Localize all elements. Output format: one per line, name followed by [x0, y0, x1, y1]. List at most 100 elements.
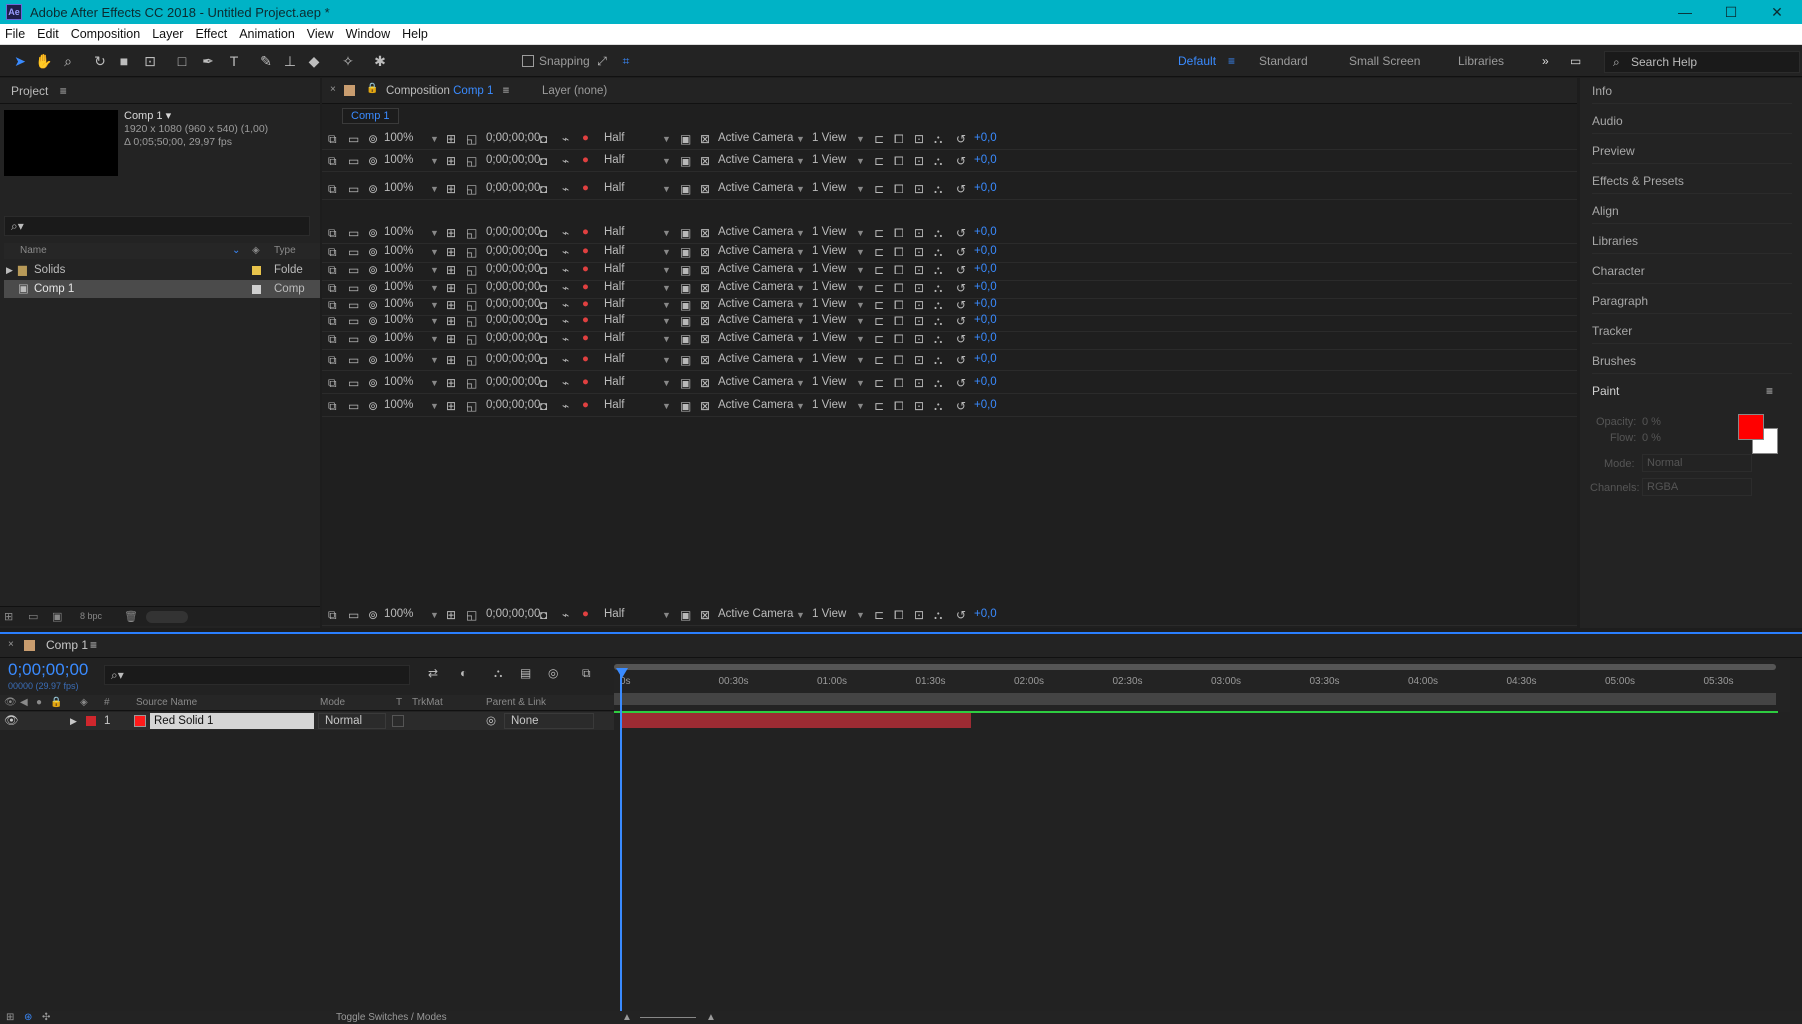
reset-exposure-icon[interactable]: ↺ [956, 281, 966, 295]
search-help-input[interactable]: ⌕ Search Help [1604, 51, 1800, 73]
mask-icon[interactable]: ⊚ [368, 353, 378, 367]
comp-breadcrumb[interactable]: Comp 1 [342, 108, 399, 124]
graph-editor-icon[interactable]: ⧉ [582, 666, 591, 681]
timeline-icon[interactable]: ⊡ [914, 154, 924, 168]
monitor-icon[interactable]: ▭ [348, 226, 359, 240]
toggle-pixel-aspect-icon[interactable]: ⊏ [874, 245, 884, 259]
camera-dropdown[interactable]: Active Camera [718, 245, 793, 257]
exposure-value[interactable]: +0,0 [974, 314, 997, 326]
exposure-value[interactable]: +0,0 [974, 376, 997, 388]
show-snapshot-icon[interactable]: ⌁ [562, 154, 569, 168]
channel-icon[interactable]: ● [582, 608, 589, 620]
always-preview-icon[interactable]: ⧉ [328, 399, 337, 414]
fit-icon[interactable]: ⊞ [446, 182, 456, 196]
source-name-header[interactable]: Source Name [136, 695, 197, 711]
resolution-dropdown[interactable]: Half [604, 376, 624, 388]
camera-tool-icon[interactable]: ■ [114, 51, 134, 71]
maximize-button[interactable]: ☐ [1708, 0, 1754, 24]
snapshot-icon[interactable]: ◘ [540, 226, 547, 240]
viewer-timecode[interactable]: 0;00;00;00 [486, 245, 540, 257]
menu-edit[interactable]: Edit [32, 27, 66, 41]
channel-icon[interactable]: ● [582, 281, 589, 293]
transparency-grid-icon[interactable]: ⊠ [700, 281, 710, 295]
toggle-pixel-aspect-icon[interactable]: ⊏ [874, 154, 884, 168]
resolution-dropdown[interactable]: Half [604, 226, 624, 238]
preserve-transparency-checkbox[interactable] [392, 715, 404, 727]
fit-icon[interactable]: ⊞ [446, 376, 456, 390]
camera-dropdown[interactable]: Active Camera [718, 132, 793, 144]
reset-exposure-icon[interactable]: ↺ [956, 376, 966, 390]
eraser-tool-icon[interactable]: ◆ [304, 51, 324, 71]
snapping-checkbox[interactable] [522, 55, 534, 67]
resolution-dropdown[interactable]: Half [604, 332, 624, 344]
roi-icon[interactable]: ▣ [680, 263, 691, 277]
time-ruler[interactable]: 0s 00:30s 01:00s 01:30s 02:00s 02:30s 03:00s 03… [614, 660, 1790, 712]
menu-help[interactable]: Help [397, 27, 435, 41]
transparency-grid-icon[interactable]: ⊠ [700, 314, 710, 328]
viewer-timecode[interactable]: 0;00;00;00 [486, 263, 540, 275]
interpret-footage-icon[interactable]: ⊞ [4, 610, 13, 623]
roi-icon[interactable]: ▣ [680, 376, 691, 390]
toggle-pixel-aspect-icon[interactable]: ⊏ [874, 132, 884, 146]
reset-exposure-icon[interactable]: ↺ [956, 399, 966, 413]
exposure-value[interactable]: +0,0 [974, 245, 997, 257]
minimize-button[interactable]: — [1662, 0, 1708, 24]
zoom-slider[interactable] [640, 1017, 696, 1018]
layer-switches-icon[interactable]: ⊞ [6, 1011, 14, 1024]
pan-behind-tool-icon[interactable]: ⊡ [140, 51, 160, 71]
panel-audio[interactable]: Audio [1592, 108, 1792, 134]
monitor-icon[interactable]: ▭ [348, 281, 359, 295]
views-dropdown[interactable]: 1 View [812, 182, 846, 194]
frame-blending-icon[interactable]: ▤ [520, 666, 531, 680]
zoom-in-icon[interactable]: ▲ [706, 1011, 716, 1024]
roi-icon[interactable]: ▣ [680, 245, 691, 259]
transparency-grid-icon[interactable]: ⊠ [700, 132, 710, 146]
viewer-timecode[interactable]: 0;00;00;00 [486, 353, 540, 365]
fit-icon[interactable]: ⊞ [446, 314, 456, 328]
bpc-button[interactable]: 8 bpc [80, 611, 102, 621]
snap-features-icon[interactable]: ⌗ [616, 51, 636, 71]
exposure-value[interactable]: +0,0 [974, 298, 997, 310]
exposure-value[interactable]: +0,0 [974, 182, 997, 194]
viewer-timecode[interactable]: 0;00;00;00 [486, 281, 540, 293]
current-time-display[interactable]: 0;00;00;00 [8, 660, 88, 680]
show-snapshot-icon[interactable]: ⌁ [562, 245, 569, 259]
toggle-pixel-aspect-icon[interactable]: ⊏ [874, 263, 884, 277]
layer-duration-bar[interactable] [621, 713, 971, 728]
panel-preview[interactable]: Preview [1592, 138, 1792, 164]
project-panel-title[interactable]: Project [11, 84, 48, 98]
flow-value[interactable]: 0 % [1642, 432, 1661, 444]
workspace-default[interactable]: Default [1178, 54, 1216, 68]
views-dropdown[interactable]: 1 View [812, 353, 846, 365]
reset-exposure-icon[interactable]: ↺ [956, 353, 966, 367]
exposure-value[interactable]: +0,0 [974, 226, 997, 238]
show-snapshot-icon[interactable]: ⌁ [562, 608, 569, 622]
transparency-grid-icon[interactable]: ⊠ [700, 182, 710, 196]
fast-preview-icon[interactable]: ⧠ [894, 353, 904, 368]
menu-view[interactable]: View [302, 27, 341, 41]
exposure-value[interactable]: +0,0 [974, 399, 997, 411]
roto-brush-tool-icon[interactable]: ✧ [338, 51, 358, 71]
flowchart-icon[interactable]: ⛬ [934, 182, 942, 197]
views-dropdown[interactable]: 1 View [812, 226, 846, 238]
mode-header[interactable]: Mode [320, 695, 345, 711]
type-tool-icon[interactable]: T [224, 51, 244, 71]
camera-dropdown[interactable]: Active Camera [718, 263, 793, 275]
panel-info[interactable]: Info [1592, 78, 1792, 104]
snapshot-icon[interactable]: ◘ [540, 245, 547, 259]
roi-icon[interactable]: ▣ [680, 281, 691, 295]
menu-file[interactable]: File [0, 27, 32, 41]
expand-arrow-icon[interactable]: ▶ [70, 712, 77, 730]
fast-preview-icon[interactable]: ⧠ [894, 154, 904, 169]
toggle-pixel-aspect-icon[interactable]: ⊏ [874, 399, 884, 413]
camera-dropdown[interactable]: Active Camera [718, 353, 793, 365]
monitor-icon[interactable]: ▭ [348, 263, 359, 277]
roi-icon[interactable]: ▣ [680, 332, 691, 346]
zoom-dropdown[interactable]: 100% [384, 182, 413, 194]
roi-icon[interactable]: ▣ [680, 182, 691, 196]
transparency-grid-icon[interactable]: ⊠ [700, 353, 710, 367]
panel-brushes[interactable]: Brushes [1592, 348, 1792, 374]
timeline-icon[interactable]: ⊡ [914, 608, 924, 622]
show-snapshot-icon[interactable]: ⌁ [562, 263, 569, 277]
fit-icon[interactable]: ⊞ [446, 226, 456, 240]
